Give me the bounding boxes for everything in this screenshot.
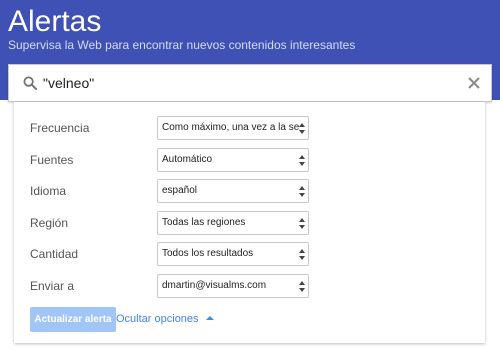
option-row-send-to: Enviar a dmartin@visualms.com [14, 274, 485, 298]
alert-options-panel: Frecuencia Como máximo, una vez a la sem… [14, 102, 485, 343]
option-row-sources: Fuentes Automático [14, 148, 485, 172]
search-input[interactable] [43, 71, 463, 95]
sources-label: Fuentes [30, 153, 74, 167]
language-label: Idioma [30, 184, 67, 198]
frequency-select-value: Como máximo, una vez a la semana [162, 122, 300, 133]
search-icon [23, 76, 37, 90]
option-row-frequency: Frecuencia Como máximo, una vez a la sem… [14, 116, 485, 140]
page-subtitle: Supervisa la Web para encontrar nuevos c… [8, 38, 356, 52]
caret-up-icon [205, 316, 214, 320]
select-arrows-icon [299, 123, 305, 134]
select-arrows-icon [299, 281, 305, 292]
select-arrows-icon [299, 218, 305, 229]
sources-select-value: Automático [162, 154, 213, 165]
frequency-label: Frecuencia [30, 121, 90, 135]
region-select-value: Todas las regiones [162, 217, 246, 228]
update-alert-button[interactable]: Actualizar alerta [30, 307, 116, 332]
language-select[interactable]: español [157, 179, 309, 203]
select-arrows-icon [299, 186, 305, 197]
search-bar [8, 64, 492, 102]
page-title: Alertas [8, 5, 102, 38]
close-icon[interactable] [465, 74, 483, 92]
quantity-select-value: Todos los resultados [162, 248, 254, 259]
hide-options-link[interactable]: Ocultar opciones [116, 312, 214, 326]
sources-select[interactable]: Automático [157, 148, 309, 172]
quantity-select[interactable]: Todos los resultados [157, 242, 309, 266]
language-select-value: español [162, 185, 198, 196]
select-arrows-icon [299, 155, 305, 166]
option-row-region: Región Todas las regiones [14, 211, 485, 235]
option-row-language: Idioma español [14, 179, 485, 203]
region-label: Región [30, 216, 69, 230]
region-select[interactable]: Todas las regiones [157, 211, 309, 235]
frequency-select[interactable]: Como máximo, una vez a la semana [157, 116, 309, 140]
send-to-select[interactable]: dmartin@visualms.com [157, 274, 309, 298]
send-to-label: Enviar a [30, 279, 75, 293]
send-to-select-value: dmartin@visualms.com [162, 280, 267, 291]
option-row-quantity: Cantidad Todos los resultados [14, 242, 485, 266]
select-arrows-icon [299, 249, 305, 260]
quantity-label: Cantidad [30, 247, 79, 261]
hide-options-label: Ocultar opciones [116, 313, 199, 325]
